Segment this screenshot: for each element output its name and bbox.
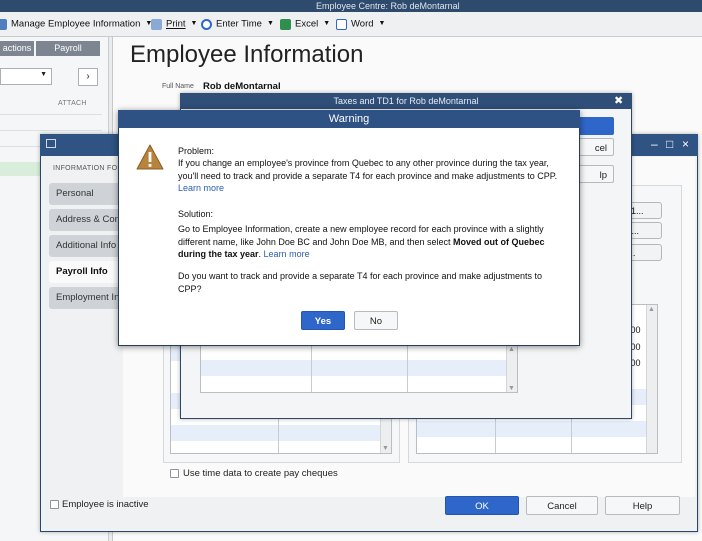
- problem-heading: Problem:: [178, 146, 215, 156]
- attach-column-header: ATTACH: [58, 100, 87, 107]
- page-title: Employee Information: [130, 41, 364, 68]
- full-name-label: Full Name: [162, 83, 194, 90]
- enter-time-label: Enter Time: [216, 18, 262, 30]
- employee-icon: [0, 18, 7, 30]
- window-menu-icon[interactable]: [46, 139, 56, 148]
- chevron-down-icon: ▼: [266, 20, 274, 27]
- printer-icon: [151, 18, 162, 30]
- scroll-down-icon[interactable]: ▼: [382, 445, 389, 452]
- minimize-icon[interactable]: –: [651, 136, 658, 152]
- solution-heading: Solution:: [178, 209, 214, 219]
- td1-table[interactable]: ▲ ▼: [200, 345, 518, 393]
- td1-ok-button[interactable]: [574, 117, 614, 135]
- cancel-button[interactable]: Cancel: [526, 496, 598, 515]
- manage-employee-button[interactable]: Manage Employee Information ▼: [0, 16, 152, 32]
- word-button[interactable]: Word ▼: [336, 16, 385, 32]
- view-filter-select[interactable]: ▼: [0, 68, 52, 85]
- td1-scrollbar[interactable]: ▲ ▼: [506, 346, 517, 392]
- chevron-down-icon: ▼: [40, 71, 47, 78]
- warning-icon: [136, 144, 164, 170]
- inactive-checkbox[interactable]: [50, 500, 59, 509]
- window-title: Employee Centre: Rob deMontarnal: [316, 1, 460, 11]
- excel-icon: [280, 18, 291, 30]
- time-data-checkbox[interactable]: [170, 469, 179, 478]
- full-name-value: Rob deMontarnal: [203, 81, 281, 92]
- word-icon: [336, 18, 347, 30]
- yes-button[interactable]: Yes: [301, 311, 345, 330]
- tab-payroll-info[interactable]: Payroll Info: [49, 261, 123, 283]
- scroll-down-icon[interactable]: ▼: [508, 385, 515, 392]
- clock-icon: [201, 18, 212, 30]
- scroll-up-icon[interactable]: ▲: [648, 306, 655, 313]
- deductions-scrollbar[interactable]: ▲: [646, 305, 657, 453]
- toolbar: Manage Employee Information ▼ Print ▼ Ente…: [0, 12, 702, 37]
- solution-text: Go to Employee Information, create a new…: [178, 224, 545, 259]
- solution-learn-more-link[interactable]: Learn more: [264, 249, 310, 259]
- close-icon[interactable]: ✖: [614, 93, 623, 109]
- question-text: Do you want to track and provide a separ…: [178, 271, 543, 294]
- help-button[interactable]: Help: [605, 496, 680, 515]
- manage-label: Manage Employee Information: [11, 18, 141, 30]
- print-label: Print: [166, 18, 186, 30]
- chevron-down-icon: ▼: [190, 20, 198, 27]
- excel-button[interactable]: Excel ▼: [280, 16, 330, 32]
- tab-payroll[interactable]: Payroll: [36, 41, 100, 56]
- enter-time-button[interactable]: Enter Time ▼: [201, 16, 274, 32]
- scroll-up-icon[interactable]: ▲: [508, 346, 515, 353]
- collapse-arrow-button[interactable]: ›: [78, 68, 98, 86]
- tab-additional-info[interactable]: Additional Info: [49, 235, 123, 257]
- excel-label: Excel: [295, 18, 319, 30]
- tab-personal[interactable]: Personal: [49, 183, 123, 205]
- chevron-down-icon: ▼: [323, 20, 331, 27]
- print-button[interactable]: Print ▼: [151, 16, 197, 32]
- tab-address-contact[interactable]: Address & Contact: [49, 209, 123, 231]
- inactive-label: Employee is inactive: [62, 499, 149, 510]
- word-label: Word: [351, 18, 374, 30]
- no-button[interactable]: No: [354, 311, 398, 330]
- tab-transactions[interactable]: actions: [0, 41, 34, 56]
- maximize-icon[interactable]: □: [666, 136, 673, 152]
- time-data-label: Use time data to create pay cheques: [183, 468, 338, 479]
- app-title-bar: Employee Centre: Rob deMontarnal: [0, 0, 702, 12]
- problem-text: If you change an employee's province fro…: [178, 158, 558, 193]
- warning-title: Warning: [118, 110, 580, 128]
- ok-button[interactable]: OK: [445, 496, 519, 515]
- chevron-down-icon: ▼: [378, 20, 386, 27]
- td1-dialog-title: Taxes and TD1 for Rob deMontarnal: [180, 93, 632, 109]
- close-icon[interactable]: ×: [682, 136, 689, 152]
- information-for-label: INFORMATION FOR: [53, 165, 123, 172]
- tab-employment-info[interactable]: Employment Info: [49, 287, 123, 309]
- chevron-right-icon: ›: [86, 71, 90, 82]
- problem-learn-more-link[interactable]: Learn more: [178, 183, 224, 193]
